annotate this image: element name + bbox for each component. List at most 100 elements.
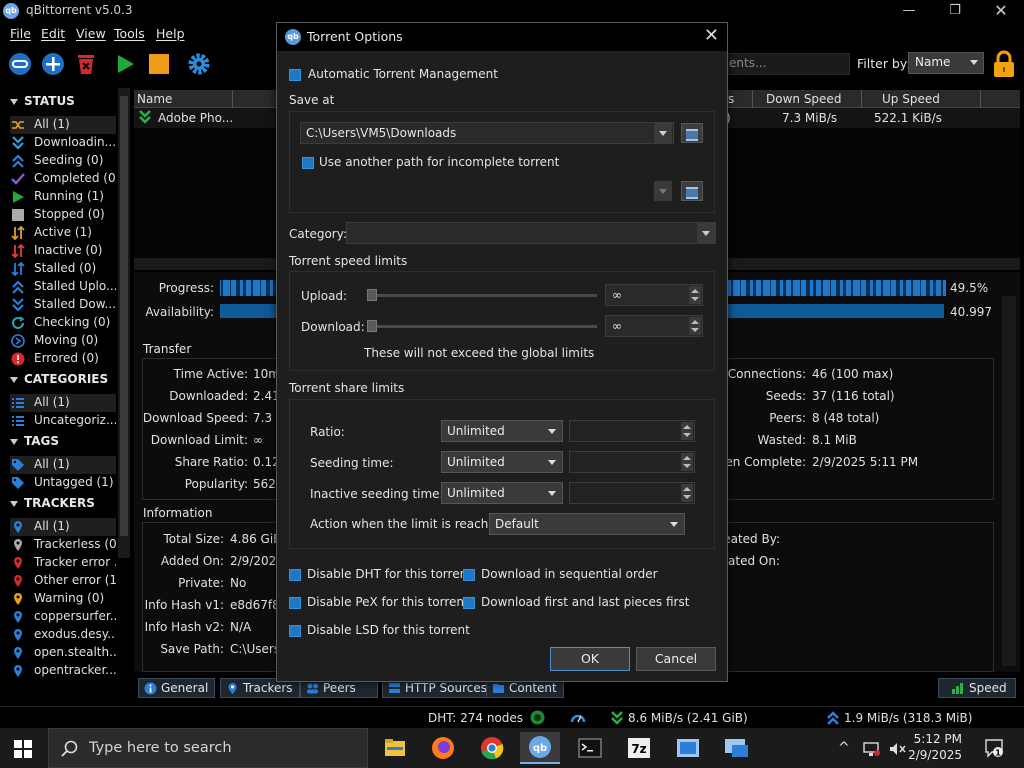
delete-icon[interactable] [73,51,99,77]
inactive-seeding-spinbox[interactable] [569,482,695,504]
col-name-header[interactable]: Name [137,92,172,106]
qbittorrent-taskbar-icon[interactable]: qb [520,732,560,764]
sequential-checkbox[interactable] [463,569,475,581]
filter-input[interactable]: ents... [722,53,850,75]
menu-tools[interactable]: Tools [114,26,145,41]
sidebar-item-status[interactable]: Completed (0) [10,170,116,188]
sidebar-item-label: Active (1) [34,225,92,239]
taskbar-search[interactable]: Type here to search [48,728,368,768]
menu-file[interactable]: File [10,26,31,41]
browse-save-path-button[interactable] [681,123,703,143]
close-button[interactable]: ✕ [978,0,1024,22]
menu-help[interactable]: Help [156,26,185,41]
seeding-time-combo[interactable]: Unlimited [441,451,563,473]
upload-limit-spinbox[interactable]: ∞ [605,284,703,306]
another-path-checkbox[interactable] [302,157,314,169]
sidebar-item-tag[interactable]: All (1) [10,456,116,474]
seeding-time-label: Seeding time: [310,456,394,470]
sidebar-item-status[interactable]: Stalled Uplo... [10,278,116,296]
sidebar-item-category[interactable]: Uncategoriz... [10,412,116,430]
download-slider[interactable] [367,320,377,332]
sidebar-item-status[interactable]: Running (1) [10,188,116,206]
terminal-icon[interactable] [570,732,610,764]
sidebar-item-status[interactable]: Downloadin... [10,134,116,152]
ok-button[interactable]: OK [550,647,630,671]
taskbar-time: 5:12 PM [913,732,962,746]
stop-icon[interactable] [146,51,172,77]
filter-by-select[interactable]: Name [908,52,984,74]
inactive-seeding-combo[interactable]: Unlimited [441,482,563,504]
file-explorer-icon[interactable] [375,732,415,764]
network-app-icon[interactable] [668,732,708,764]
category-dropdown[interactable] [697,223,715,243]
start-icon[interactable] [112,51,138,77]
save-path-input[interactable]: C:\Users\VM5\Downloads [300,122,674,144]
sidebar-item-tag[interactable]: Untagged (1) [10,474,116,492]
download-limit-spinbox[interactable]: ∞ [605,315,703,337]
sidebar-item-category[interactable]: All (1) [10,394,116,412]
browse-incomplete-path-button[interactable] [681,181,703,201]
sidebar-item-status[interactable]: Inactive (0) [10,242,116,260]
sidebar-item-status[interactable]: Stalled Dow... [10,296,116,314]
gear-icon[interactable] [186,51,212,77]
categories-section-header[interactable]: CATEGORIES [10,372,108,386]
completed-icon [11,172,25,186]
maximize-button[interactable]: ❐ [932,0,978,22]
notifications-icon[interactable]: 1 [984,738,1004,758]
incomplete-path-dropdown[interactable] [654,181,672,201]
category-combo[interactable] [346,222,716,244]
upload-speed-status[interactable]: 1.9 MiB/s (318.3 MiB) [844,711,972,725]
chrome-icon[interactable] [472,732,512,764]
disable-pex-checkbox[interactable] [289,597,301,609]
speed-limit-icon[interactable] [570,710,586,726]
seeding-time-spinbox[interactable] [569,451,695,473]
sidebar-item-tracker[interactable]: opentracker.... [10,662,116,680]
disable-lsd-checkbox[interactable] [289,625,301,637]
sidebar-item-status[interactable]: Errored (0) [10,350,116,368]
sidebar-item-status[interactable]: Checking (0) [10,314,116,332]
sidebar-item-status[interactable]: Active (1) [10,224,116,242]
sidebar-item-status[interactable]: All (1) [10,116,116,134]
col-up-speed-header[interactable]: Up Speed [882,92,940,106]
firefox-icon[interactable] [423,732,463,764]
sidebar-item-status[interactable]: Seeding (0) [10,152,116,170]
auto-mgmt-checkbox[interactable] [289,69,301,81]
col-status-header[interactable]: s [728,92,734,106]
add-torrent-icon[interactable] [40,51,66,77]
disable-dht-checkbox[interactable] [289,569,301,581]
trackers-section-header[interactable]: TRACKERS [10,496,95,510]
dialog-close-button[interactable]: ✕ [704,25,719,46]
filter-by-value: Name [915,55,951,69]
ratio-combo[interactable]: Unlimited [441,420,563,442]
cancel-button[interactable]: Cancel [636,647,716,671]
menu-edit[interactable]: Edit [41,26,65,41]
speed-button[interactable]: Speed [938,678,1016,698]
add-link-icon[interactable] [7,51,33,77]
save-path-dropdown[interactable] [654,123,672,143]
ratio-spinbox[interactable] [569,420,695,442]
sidebar-item-status[interactable]: Moving (0) [10,332,116,350]
7zip-icon[interactable]: 7z [619,732,659,764]
volume-muted-icon[interactable] [888,741,906,757]
tab-general[interactable]: General [138,678,216,698]
first-last-checkbox[interactable] [463,597,475,609]
sidebar-item-status[interactable]: Stalled (0) [10,260,116,278]
sidebar-item-status[interactable]: Stopped (0) [10,206,116,224]
chevron-up-icon[interactable]: ^ [838,740,850,756]
download-speed-status[interactable]: 8.6 MiB/s (2.41 GiB) [628,711,748,725]
col-down-speed-header[interactable]: Down Speed [766,92,841,106]
limit-action-combo[interactable]: Default [489,513,685,535]
network-status-icon[interactable] [530,710,545,725]
windows-start-icon[interactable] [14,740,32,758]
menu-view[interactable]: View [76,26,106,41]
tags-section-header[interactable]: TAGS [10,434,59,448]
running-icon [11,190,25,204]
network-tray-icon[interactable] [862,741,880,757]
upload-slider[interactable] [367,289,377,301]
panel-scrollbar[interactable] [1002,296,1016,666]
status-section-header[interactable]: STATUS [10,94,75,108]
lock-icon[interactable] [991,50,1017,78]
minimize-button[interactable]: — [886,0,932,22]
sidebar-item-label: Inactive (0) [34,243,103,257]
remote-desktop-icon[interactable] [716,732,756,764]
